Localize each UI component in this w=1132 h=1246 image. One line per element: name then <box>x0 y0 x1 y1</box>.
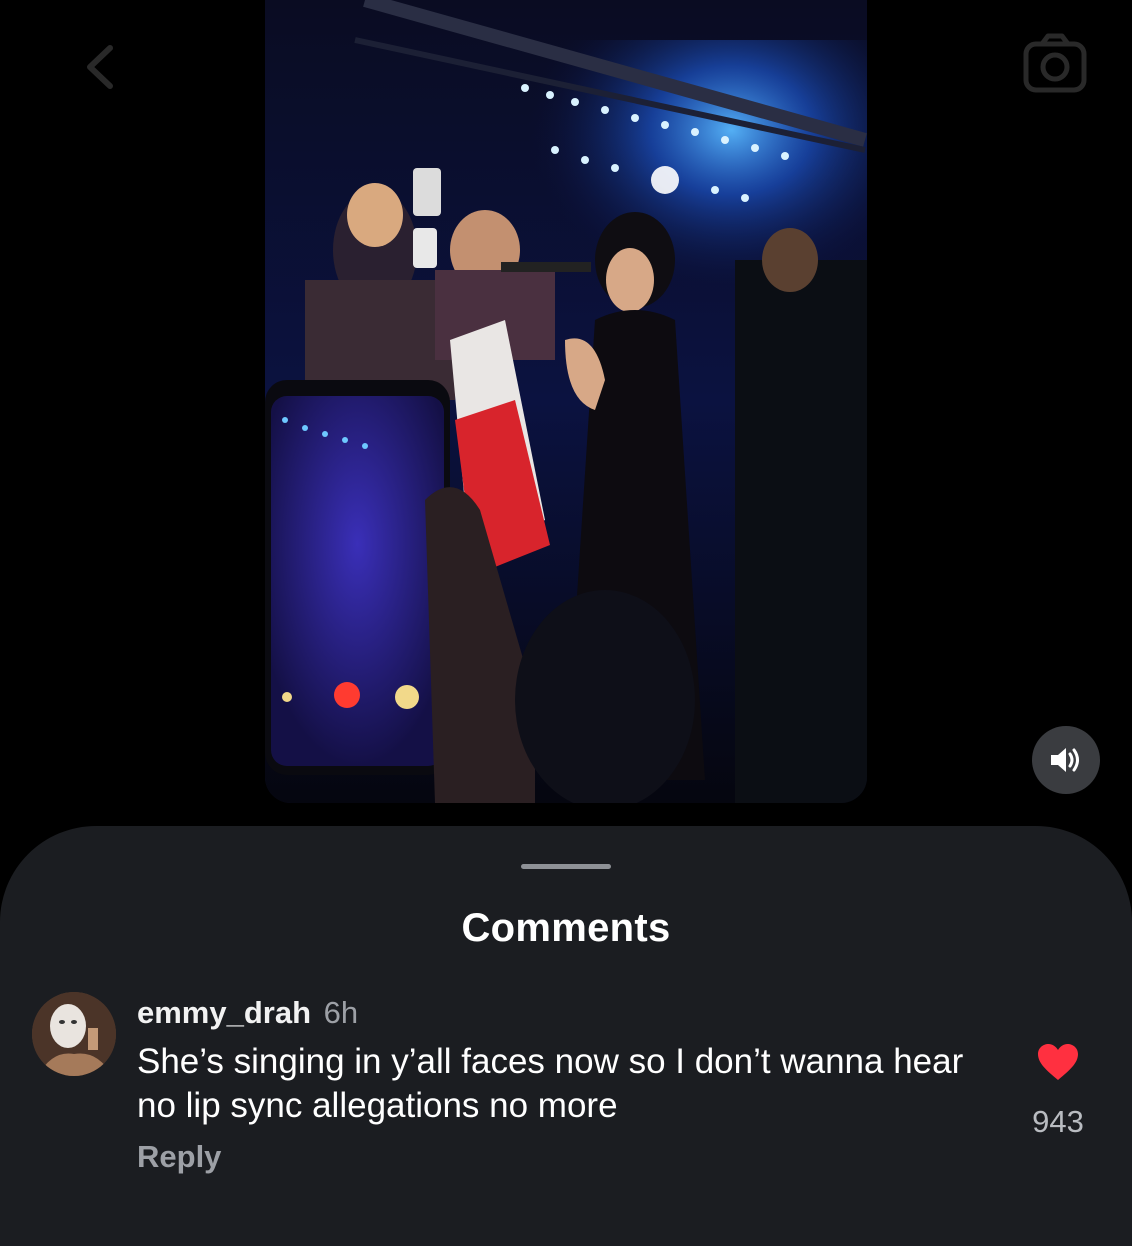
heart-icon <box>1038 1044 1078 1080</box>
concert-video-frame <box>265 0 867 803</box>
drag-handle[interactable] <box>521 864 611 869</box>
comments-sheet: Comments emmy_drah 6h She’s singing in y… <box>0 826 1132 1246</box>
comment-item: emmy_drah 6h She’s singing in y’all face… <box>0 986 1132 1206</box>
like-button[interactable] <box>1036 1042 1080 1082</box>
chevron-left-icon <box>87 45 113 89</box>
comment-username[interactable]: emmy_drah <box>137 995 311 1030</box>
avatar-image <box>32 992 116 1076</box>
video-viewer <box>0 0 1132 830</box>
like-count: 943 <box>1032 1104 1084 1139</box>
camera-icon <box>1023 33 1087 93</box>
back-button[interactable] <box>78 42 122 92</box>
sound-toggle-button[interactable] <box>1032 726 1100 794</box>
sheet-title: Comments <box>461 906 671 950</box>
comment-header: emmy_drah 6h <box>137 994 358 1032</box>
comment-text: She’s singing in y’all faces now so I do… <box>137 1042 964 1125</box>
speaker-on-icon <box>1051 748 1079 772</box>
reply-button[interactable]: Reply <box>137 1138 221 1176</box>
concert-video[interactable] <box>265 0 867 803</box>
avatar[interactable] <box>32 992 116 1076</box>
comment-timestamp: 6h <box>323 995 359 1030</box>
camera-button[interactable] <box>1022 32 1088 96</box>
